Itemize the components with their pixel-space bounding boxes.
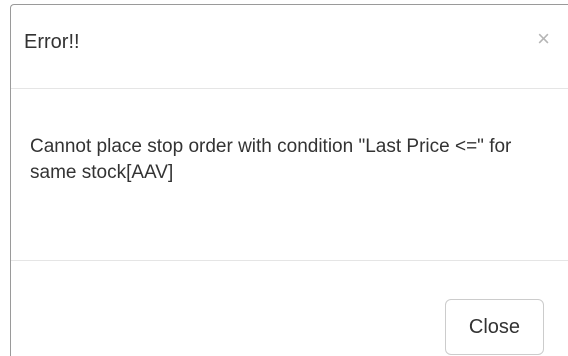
dialog-footer: Close (11, 262, 568, 356)
close-button[interactable]: Close (445, 299, 544, 355)
dialog-title: Error!! (24, 31, 80, 53)
close-icon[interactable]: × (537, 27, 550, 51)
error-dialog: Error!! × Cannot place stop order with c… (10, 4, 568, 356)
error-message: Cannot place stop order with condition "… (30, 136, 512, 183)
dialog-body: Cannot place stop order with condition "… (11, 90, 568, 261)
dialog-header: Error!! × (11, 5, 568, 89)
